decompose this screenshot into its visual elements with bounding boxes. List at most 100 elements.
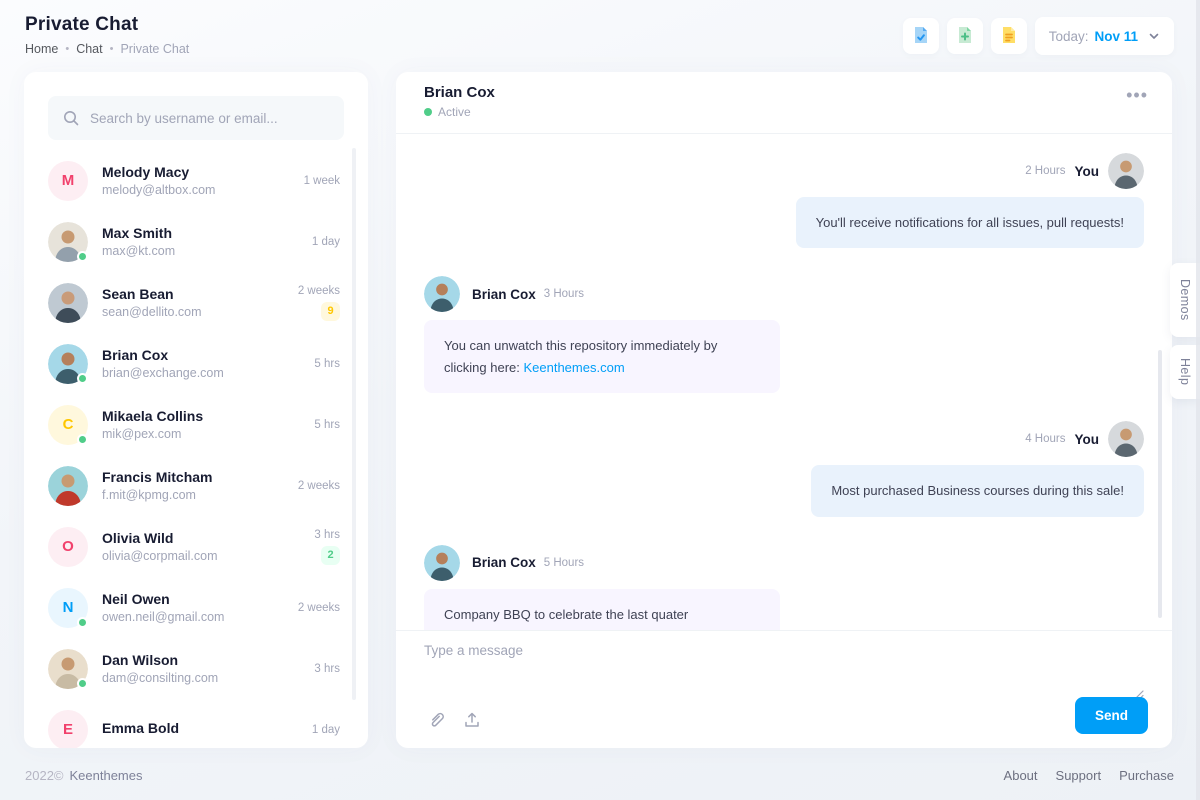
send-button[interactable]: Send [1075,697,1148,734]
message-bubble: Most purchased Business courses during t… [811,465,1144,516]
contacts-scrollbar[interactable] [352,148,356,700]
page-footer: 2022© Keenthemes About Support Purchase [25,768,1174,783]
breadcrumb-separator: • [65,43,69,55]
page-title: Private Chat [25,14,189,36]
contact-time: 2 weeks [298,480,340,492]
paperclip-icon [426,710,446,730]
avatar-initial: N [63,599,74,616]
online-status-dot [77,251,88,262]
chat-menu-button[interactable]: ••• [1126,86,1148,104]
avatar [48,649,88,689]
tab-help-label: Help [1178,358,1192,385]
date-label: Today: [1049,29,1089,44]
contact-time: 2 weeks [298,285,340,297]
online-status-dot [77,373,88,384]
message-bubble: You'll receive notifications for all iss… [796,197,1144,248]
contact-email: brian@exchange.com [102,366,314,380]
search-icon [62,109,80,127]
contact-email: melody@altbox.com [102,183,304,197]
message-link[interactable]: Keenthemes.com [523,360,624,375]
contact-row-dan[interactable]: Dan Wilson dam@consilting.com 3 hrs [24,638,368,699]
avatar [1108,421,1144,457]
message-author: You [1075,432,1100,447]
chat-messages: 2 Hours You You'll receive notifications… [396,135,1172,630]
date-selector[interactable]: Today: Nov 11 [1035,17,1174,55]
chat-peer-name: Brian Cox [424,84,1144,101]
contact-row-francis[interactable]: Francis Mitcham f.mit@kpmg.com 2 weeks [24,455,368,516]
avatar: M [48,161,88,201]
contact-time: 5 hrs [314,358,340,370]
contact-time: 5 hrs [314,419,340,431]
contact-row-neil[interactable]: N Neil Owen owen.neil@gmail.com 2 weeks [24,577,368,638]
contact-row-sean[interactable]: Sean Bean sean@dellito.com 2 weeks 9 [24,272,368,333]
online-status-dot [77,678,88,689]
avatar: O [48,527,88,567]
breadcrumb-current: Private Chat [120,42,189,56]
upload-button[interactable] [462,710,482,730]
contact-list: M Melody Macy melody@altbox.com 1 week M… [24,150,368,748]
avatar-initial: M [62,172,75,189]
chat-composer: Send [396,630,1172,748]
avatar-initial: E [63,721,73,738]
footer-link-about[interactable]: About [1004,768,1038,783]
breadcrumb-chat[interactable]: Chat [76,42,102,56]
file-lines-icon [999,25,1019,48]
chevron-down-icon [1148,30,1160,42]
avatar [48,344,88,384]
footer-year: 2022© [25,768,64,783]
avatar-initial: O [62,538,74,555]
online-status-dot [77,434,88,445]
contact-row-olivia[interactable]: O Olivia Wild olivia@corpmail.com 3 hrs … [24,516,368,577]
search-input[interactable] [90,111,330,126]
contact-name: Emma Bold [102,720,312,736]
chat-header: Brian Cox Active ••• [396,72,1172,134]
contact-name: Dan Wilson [102,652,314,668]
upload-icon [462,710,482,730]
breadcrumb: Home • Chat • Private Chat [25,42,189,56]
avatar [48,222,88,262]
avatar: N [48,588,88,628]
breadcrumb-separator: • [110,43,114,55]
contact-email: owen.neil@gmail.com [102,610,298,624]
message-in: Brian Cox 5 Hours Company BBQ to celebra… [424,545,1144,630]
footer-company-link[interactable]: Keenthemes [70,768,143,783]
tab-demos-label: Demos [1178,279,1192,321]
file-check-icon [911,25,931,48]
contacts-panel: M Melody Macy melody@altbox.com 1 week M… [24,72,368,748]
file-lines-button[interactable] [991,18,1027,54]
footer-link-support[interactable]: Support [1056,768,1102,783]
attach-file-button[interactable] [426,710,446,730]
contact-name: Neil Owen [102,591,298,607]
contact-time: 1 week [304,175,340,187]
contact-row-melody[interactable]: M Melody Macy melody@altbox.com 1 week [24,150,368,211]
avatar: E [48,710,88,749]
page-header: Private Chat Home • Chat • Private Chat [25,14,189,56]
contact-name: Olivia Wild [102,530,314,546]
message-author: You [1075,164,1100,179]
header-toolbar: Today: Nov 11 [903,17,1174,55]
contact-row-mikaela[interactable]: C Mikaela Collins mik@pex.com 5 hrs [24,394,368,455]
contact-row-emma[interactable]: E Emma Bold 1 day [24,699,368,748]
avatar: C [48,405,88,445]
chat-scrollbar[interactable] [1158,350,1162,618]
unread-badge: 9 [321,302,340,321]
footer-link-purchase[interactable]: Purchase [1119,768,1174,783]
message-in: Brian Cox 3 Hours You can unwatch this r… [424,276,1144,393]
avatar [424,276,460,312]
contact-name: Francis Mitcham [102,469,298,485]
contact-email: max@kt.com [102,244,312,258]
chat-panel: Brian Cox Active ••• 2 Hours You You'll … [396,72,1172,748]
message-input[interactable] [424,643,1132,691]
contact-email: sean@dellito.com [102,305,298,319]
breadcrumb-home[interactable]: Home [25,42,58,56]
file-check-button[interactable] [903,18,939,54]
active-status-dot [424,108,432,116]
contact-row-brian[interactable]: Brian Cox brian@exchange.com 5 hrs [24,333,368,394]
page-scrollbar[interactable] [1196,0,1200,800]
contact-row-max[interactable]: Max Smith max@kt.com 1 day [24,211,368,272]
date-value: Nov 11 [1094,29,1138,44]
file-plus-button[interactable] [947,18,983,54]
file-plus-icon [955,25,975,48]
online-status-dot [77,617,88,628]
message-time: 5 Hours [544,557,584,569]
